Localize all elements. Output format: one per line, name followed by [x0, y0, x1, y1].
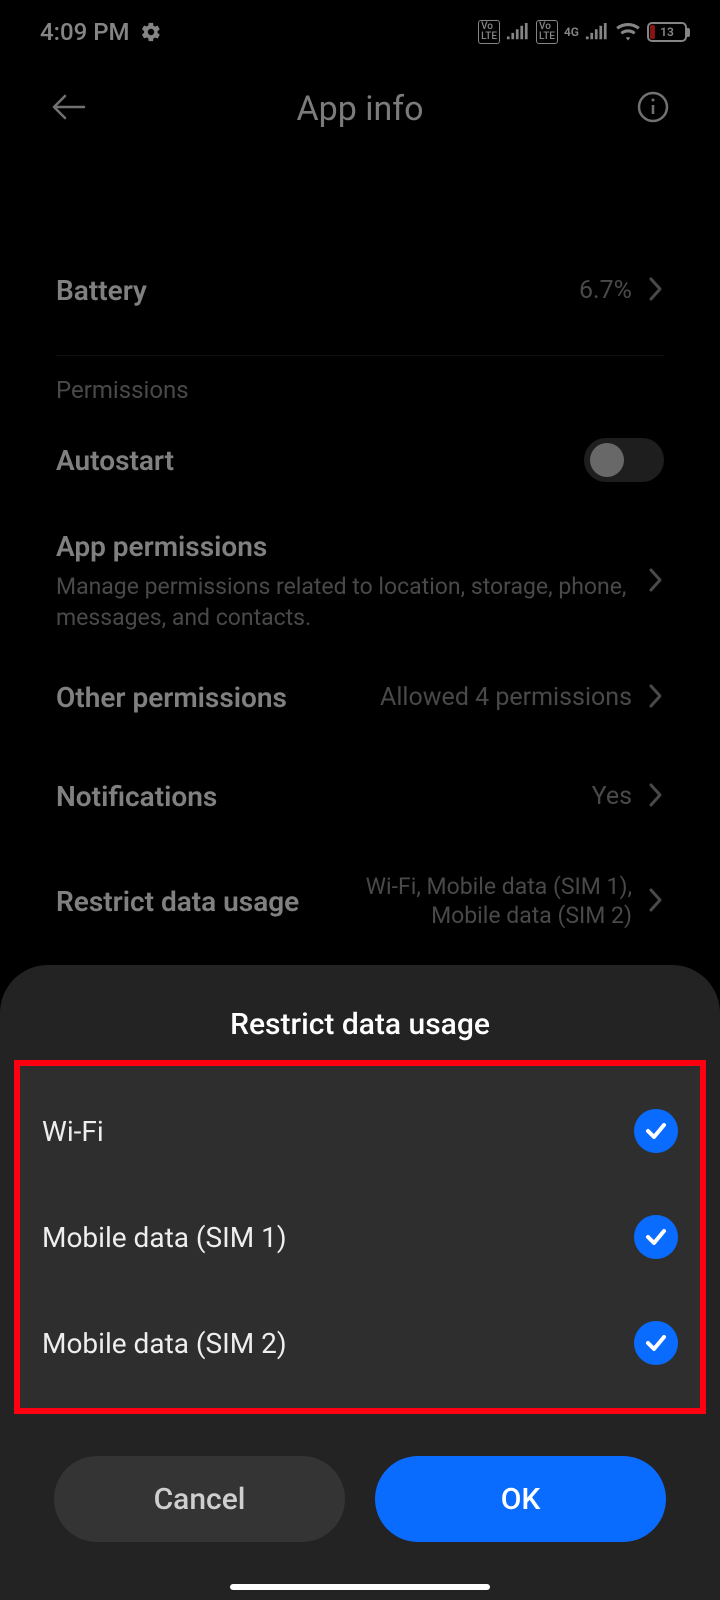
- restrict-data-sheet: Restrict data usage Wi-Fi Mobile data (S…: [0, 965, 720, 1600]
- row-restrict-data[interactable]: Restrict data usage Wi-Fi, Mobile data (…: [56, 849, 664, 955]
- checkbox-checked-icon[interactable]: [634, 1215, 678, 1259]
- row-notifications[interactable]: Notifications Yes: [56, 756, 664, 837]
- divider: [56, 355, 664, 356]
- signal-icon: [506, 23, 530, 41]
- autostart-toggle[interactable]: [584, 438, 664, 482]
- chevron-right-icon: [648, 276, 664, 306]
- volte-icon: VoLTE: [478, 20, 500, 44]
- row-title: Restrict data usage: [56, 885, 332, 918]
- row-title: Battery: [56, 274, 579, 307]
- cancel-button[interactable]: Cancel: [54, 1456, 345, 1542]
- option-label: Mobile data (SIM 2): [42, 1327, 287, 1360]
- volte-icon: VoLTE: [536, 20, 558, 44]
- row-battery[interactable]: Battery 6.7%: [56, 250, 664, 331]
- option-sim2[interactable]: Mobile data (SIM 2): [42, 1290, 678, 1396]
- chevron-right-icon: [648, 567, 664, 597]
- row-value: Allowed 4 permissions: [380, 683, 632, 712]
- option-wifi[interactable]: Wi-Fi: [42, 1078, 678, 1184]
- status-time: 4:09 PM: [40, 18, 130, 46]
- options-highlight-frame: Wi-Fi Mobile data (SIM 1) Mobile data (S…: [14, 1060, 706, 1414]
- option-sim1[interactable]: Mobile data (SIM 1): [42, 1184, 678, 1290]
- wifi-icon: [615, 22, 641, 42]
- row-title: Other permissions: [56, 681, 380, 714]
- row-title: Notifications: [56, 780, 592, 813]
- section-label-permissions: Permissions: [56, 376, 664, 404]
- button-label: Cancel: [154, 1482, 246, 1517]
- status-bar: 4:09 PM VoLTE VoLTE 4G 13: [0, 0, 720, 64]
- info-button[interactable]: [636, 90, 670, 128]
- gear-icon: [140, 21, 162, 43]
- option-label: Mobile data (SIM 1): [42, 1221, 287, 1254]
- row-value: Yes: [592, 782, 632, 811]
- row-app-permissions[interactable]: App permissions Manage permissions relat…: [56, 506, 664, 657]
- row-title: Autostart: [56, 444, 584, 477]
- network-4g-icon: 4G: [564, 25, 579, 39]
- page-title: App info: [296, 89, 423, 129]
- row-other-permissions[interactable]: Other permissions Allowed 4 permissions: [56, 657, 664, 738]
- row-value: Wi-Fi, Mobile data (SIM 1), Mobile data …: [332, 873, 632, 931]
- app-header: App info: [0, 64, 720, 154]
- option-label: Wi-Fi: [42, 1115, 104, 1148]
- checkbox-checked-icon[interactable]: [634, 1109, 678, 1153]
- chevron-right-icon: [648, 887, 664, 917]
- chevron-right-icon: [648, 782, 664, 812]
- back-button[interactable]: [50, 92, 88, 126]
- chevron-right-icon: [648, 683, 664, 713]
- battery-icon: 13: [647, 22, 690, 42]
- ok-button[interactable]: OK: [375, 1456, 666, 1542]
- sheet-title: Restrict data usage: [36, 1007, 684, 1042]
- home-indicator[interactable]: [230, 1584, 490, 1590]
- content-list: Battery 6.7% Permissions Autostart App p…: [0, 154, 720, 955]
- row-value: 6.7%: [579, 276, 632, 305]
- checkbox-checked-icon[interactable]: [634, 1321, 678, 1365]
- row-subtitle: Manage permissions related to location, …: [56, 571, 632, 633]
- signal-icon: [585, 23, 609, 41]
- button-label: OK: [501, 1482, 541, 1517]
- row-autostart[interactable]: Autostart: [56, 414, 664, 506]
- status-right-icons: VoLTE VoLTE 4G 13: [478, 20, 690, 44]
- row-title: App permissions: [56, 530, 632, 563]
